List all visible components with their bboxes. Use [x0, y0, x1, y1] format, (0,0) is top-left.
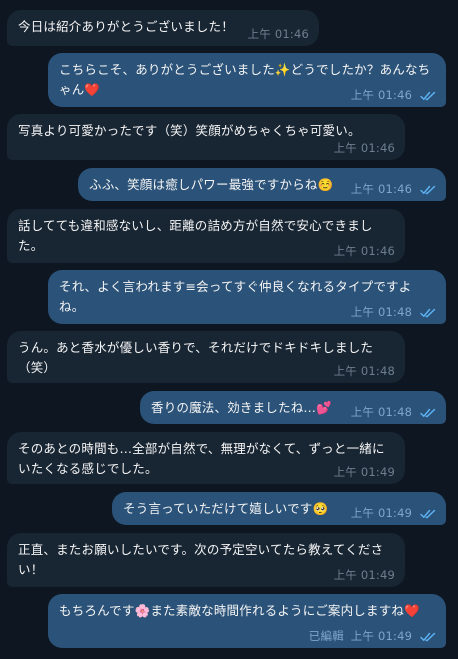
message-outgoing[interactable]: そう言っていただけて嬉しいです🥺 上午 01:49 [112, 492, 446, 525]
message-time: 上午 01:46 [333, 244, 395, 258]
message-time: 上午 01:46 [350, 182, 413, 196]
message-incoming[interactable]: そのあとの時間も…全部が自然で、無理がなくて、ずっと一緒にいたくなる感じでした。… [7, 432, 405, 484]
message-text: もちろんです🌸また素敵な時間作れるようにご案内しますね❤️ [59, 603, 420, 618]
double-check-icon [420, 308, 436, 317]
message-outgoing[interactable]: こちらこそ、ありがとうございました✨どうでしたか？あんなちゃん❤️ 上午 01:… [48, 53, 446, 107]
message-incoming[interactable]: 今日は紹介ありがとうございました！ 上午 01:46 [7, 10, 319, 46]
message-outgoing[interactable]: それ、よく言われます≡会ってすぐ仲良くなれるタイプですよね。 上午 01:48 [48, 270, 446, 324]
double-check-icon [420, 185, 436, 194]
message-time: 上午 01:49 [350, 506, 413, 520]
message-time: 上午 01:46 [247, 27, 309, 41]
message-incoming[interactable]: 写真より可愛かったです（笑）笑顔がめちゃくちゃ可愛い。 上午 01:46 [7, 114, 405, 160]
double-check-icon [420, 408, 436, 417]
message-time: 上午 01:48 [350, 405, 413, 419]
message-status: 上午 01:46 [351, 88, 436, 102]
message-time: 上午 01:46 [350, 88, 413, 102]
message-incoming[interactable]: 話してても違和感ないし、距離の詰め方が自然で安心できました。 上午 01:46 [7, 209, 405, 263]
double-check-icon [420, 91, 436, 100]
message-status: 上午 01:48 [351, 405, 436, 419]
message-incoming[interactable]: うん。あと香水が優しい香りで、それだけでドキドキしました（笑） 上午 01:48 [7, 331, 405, 383]
message-time: 上午 01:49 [333, 465, 395, 479]
message-status: 已編輯 上午 01:49 [309, 629, 436, 643]
double-check-icon [420, 509, 436, 518]
message-incoming[interactable]: 正直、またお願いしたいです。次の予定空いてたら教えてください！ 上午 01:49 [7, 533, 405, 587]
message-time: 上午 01:49 [333, 568, 395, 582]
message-time: 上午 01:48 [350, 305, 413, 319]
message-time: 上午 01:48 [333, 364, 395, 378]
message-outgoing[interactable]: ふふ、笑顔は癒しパワー最強ですからね☺️ 上午 01:46 [78, 168, 446, 201]
message-outgoing[interactable]: もちろんです🌸また素敵な時間作れるようにご案内しますね❤️ 已編輯 上午 01:… [48, 594, 446, 648]
edited-label: 已編輯 [308, 629, 344, 643]
message-status: 上午 01:46 [351, 182, 436, 196]
chat-history[interactable]: 今日は紹介ありがとうございました！ 上午 01:46 こちらこそ、ありがとうござ… [0, 0, 458, 659]
message-status: 上午 01:49 [351, 506, 436, 520]
message-text: 写真より可愛かったです（笑）笑顔がめちゃくちゃ可愛い。 [18, 123, 361, 138]
message-outgoing[interactable]: 香りの魔法、効きましたね…💕 上午 01:48 [140, 391, 446, 424]
message-time: 上午 01:49 [350, 629, 413, 643]
message-status: 上午 01:48 [351, 305, 436, 319]
double-check-icon [420, 632, 436, 641]
message-time: 上午 01:46 [333, 141, 395, 155]
